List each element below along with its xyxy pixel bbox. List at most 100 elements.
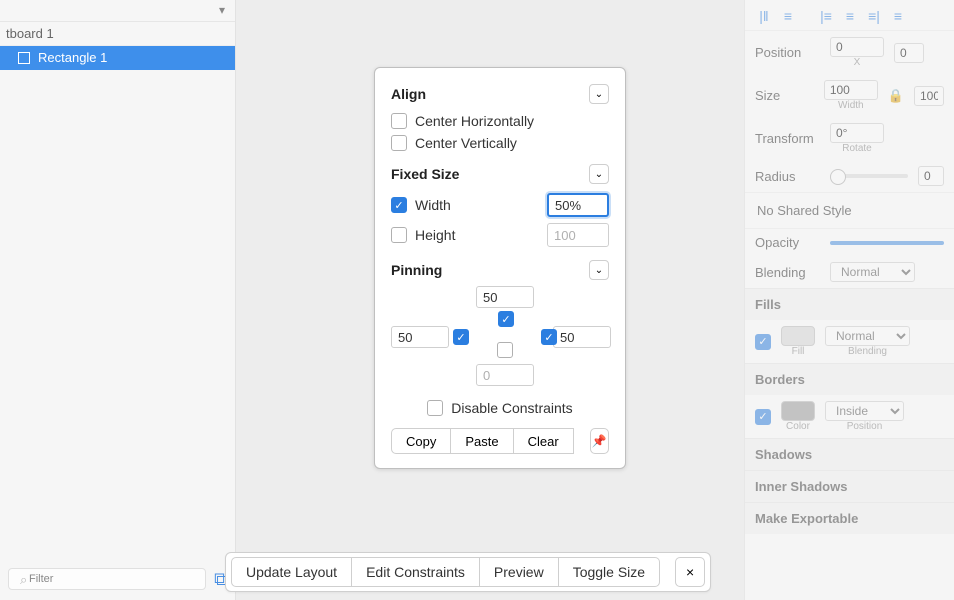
fixed-size-disclosure-button[interactable]: ⌄ [589,164,609,184]
align-dist-icon[interactable]: ≡ [889,8,907,22]
rectangle-icon [18,52,30,64]
radius-slider[interactable] [830,174,908,178]
blending-label: Blending [755,265,820,280]
position-x-input[interactable] [830,37,884,57]
border-position-sublabel: Position [825,421,904,432]
constraints-popover: Align ⌄ Center Horizontally Center Verti… [374,67,626,469]
fixed-width-input[interactable] [547,193,609,217]
rotate-sublabel: Rotate [830,143,884,154]
shadows-section-title: Shadows [745,438,954,470]
disable-constraints-checkbox[interactable] [427,400,443,416]
clear-button[interactable]: Clear [514,428,574,454]
pin-center-checkbox[interactable] [497,342,513,358]
fixed-height-checkbox[interactable] [391,227,407,243]
pin-top-checkbox[interactable]: ✓ [498,311,514,327]
pages-dropdown-icon[interactable]: ▾ [219,3,225,17]
radius-label: Radius [755,169,820,184]
fill-sublabel: Fill [781,346,815,357]
pin-top-input[interactable] [476,286,534,308]
search-icon: ⌕ [20,572,27,588]
filter-input[interactable] [8,568,206,590]
align-top-icon[interactable]: |≡ [817,8,835,22]
size-width-sublabel: Width [824,100,878,111]
center-vertically-label: Center Vertically [415,135,517,151]
position-y-input[interactable] [894,43,924,63]
artboard-row[interactable]: tboard 1 [0,22,235,46]
pinning-disclosure-button[interactable]: ⌄ [589,260,609,280]
disable-constraints-row[interactable]: Disable Constraints [391,400,609,416]
popover-actions: Copy Paste Clear 📌 [391,428,609,454]
pin-bottom-input[interactable] [476,364,534,386]
align-disclosure-button[interactable]: ⌄ [589,84,609,104]
fixed-width-checkbox[interactable]: ✓ [391,197,407,213]
border-color-swatch[interactable] [781,401,815,421]
inner-shadows-section-title: Inner Shadows [745,470,954,502]
shared-style-select[interactable]: No Shared Style [757,203,852,218]
toggle-size-button[interactable]: Toggle Size [559,557,660,587]
rotate-input[interactable] [830,123,884,143]
fixed-height-row: Height [391,220,609,250]
fixed-width-toggle[interactable]: ✓ Width [391,197,451,213]
fixed-height-input[interactable] [547,223,609,247]
fixed-size-section-title: Fixed Size [391,166,459,182]
radius-input[interactable] [918,166,944,186]
position-x-sublabel: X [830,57,884,68]
layers-footer: ⌕ ⧉ [8,568,227,590]
pin-right-checkbox[interactable]: ✓ [541,329,557,345]
align-left-icon[interactable]: |‖ [755,8,773,22]
fills-section-title: Fills [745,288,954,320]
center-horizontally-row[interactable]: Center Horizontally [391,110,609,132]
pinning-section-title: Pinning [391,262,442,278]
center-vertically-row[interactable]: Center Vertically [391,132,609,154]
borders-section-title: Borders [745,363,954,395]
border-color-sublabel: Color [781,421,815,432]
border-enabled-checkbox[interactable]: ✓ [755,409,771,425]
size-height-input[interactable] [914,86,944,106]
pin-popover-button[interactable]: 📌 [590,428,609,454]
border-position-select[interactable]: Inside [825,401,904,421]
fill-row: ✓ Fill Normal Blending [745,320,954,363]
fill-blend-select[interactable]: Normal [825,326,910,346]
fixed-width-row: ✓ Width [391,190,609,220]
fixed-height-label: Height [415,227,455,243]
border-row: ✓ Color Inside Position [745,395,954,438]
close-toolbar-button[interactable]: × [675,557,705,587]
center-horizontally-label: Center Horizontally [415,113,534,129]
alignment-buttons: |‖ ≡ |≡ ≡ ≡| ≡ [745,0,954,31]
fixed-width-label: Width [415,197,451,213]
layer-label: Rectangle 1 [38,46,107,70]
blending-select[interactable]: Normal [830,262,915,282]
edit-constraints-button[interactable]: Edit Constraints [352,557,480,587]
copy-button[interactable]: Copy [391,428,451,454]
pin-right-input[interactable] [553,326,611,348]
layer-row-selected[interactable]: Rectangle 1 [0,46,235,70]
artboard-label: tboard 1 [6,26,54,41]
paste-button[interactable]: Paste [451,428,513,454]
size-width-input[interactable] [824,80,878,100]
align-hcenter-icon[interactable]: ≡ [779,8,797,22]
size-label: Size [755,88,814,103]
fill-enabled-checkbox[interactable]: ✓ [755,334,771,350]
layers-panel: ▾ tboard 1 Rectangle 1 ⌕ ⧉ [0,0,236,600]
pinning-grid: ✓ ✓ ✓ [391,286,611,386]
center-horizontally-checkbox[interactable] [391,113,407,129]
preview-button[interactable]: Preview [480,557,559,587]
opacity-label: Opacity [755,235,820,250]
fixed-height-toggle[interactable]: Height [391,227,455,243]
transform-label: Transform [755,131,820,146]
align-bottom-icon[interactable]: ≡| [865,8,883,22]
position-label: Position [755,45,820,60]
inspector-panel: |‖ ≡ |≡ ≡ ≡| ≡ Position X Size Width 🔒 T… [744,0,954,600]
fill-color-swatch[interactable] [781,326,815,346]
update-layout-button[interactable]: Update Layout [231,557,352,587]
fill-blend-sublabel: Blending [825,346,910,357]
pin-left-checkbox[interactable]: ✓ [453,329,469,345]
align-vcenter-icon[interactable]: ≡ [841,8,859,22]
align-section-title: Align [391,86,426,102]
center-vertically-checkbox[interactable] [391,135,407,151]
pin-left-input[interactable] [391,326,449,348]
exportable-section-title: Make Exportable [745,502,954,534]
opacity-slider[interactable] [830,241,944,245]
plugin-toolbar: Update Layout Edit Constraints Preview T… [225,552,711,592]
disable-constraints-label: Disable Constraints [451,400,572,416]
